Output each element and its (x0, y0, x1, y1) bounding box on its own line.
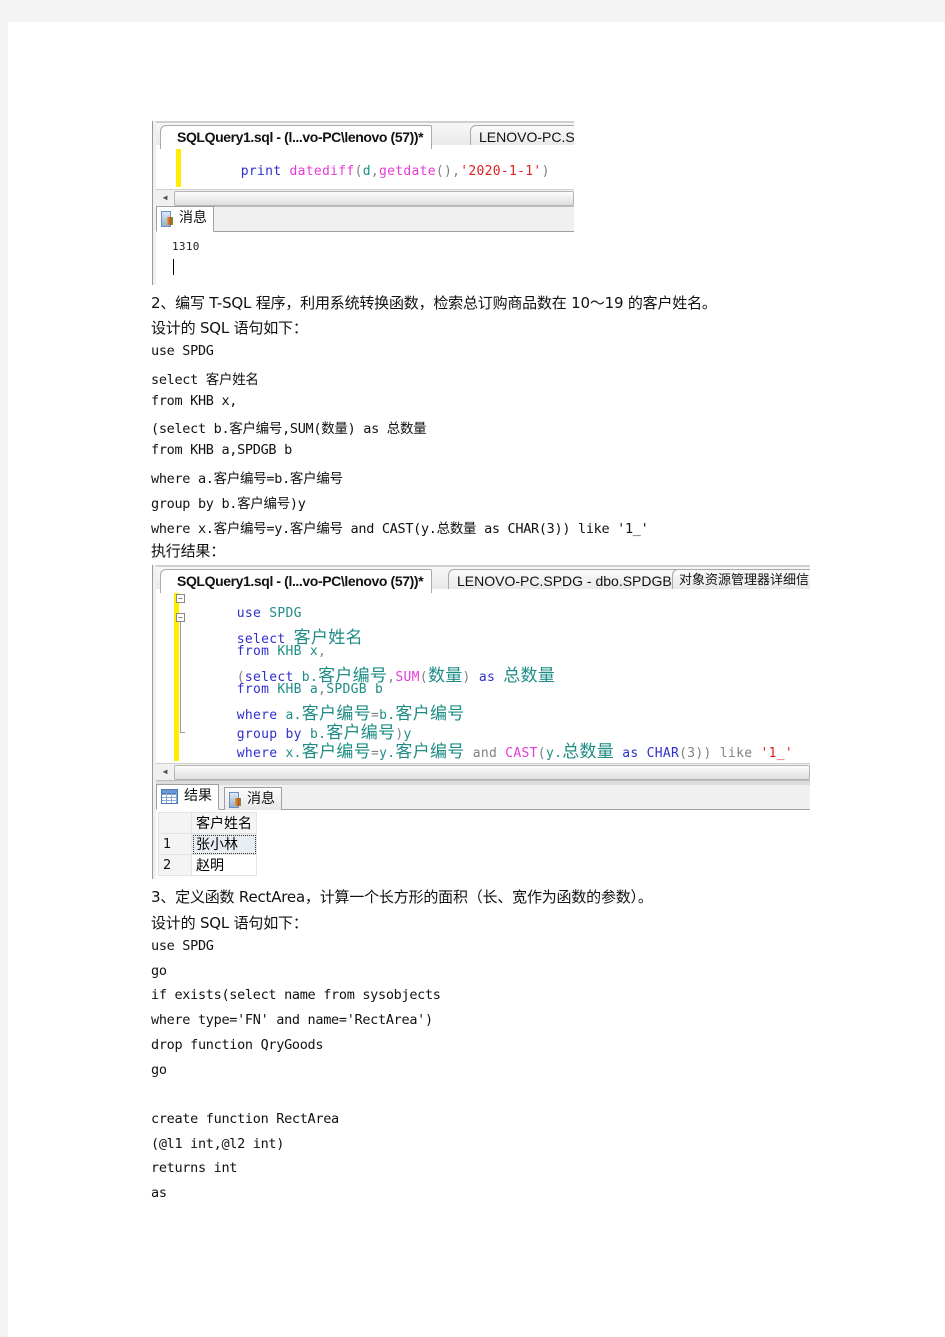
punct: , (370, 164, 379, 179)
tab-results[interactable]: 结果 (156, 784, 219, 810)
result-label: 执行结果： (151, 542, 226, 560)
operator: and (472, 746, 498, 761)
results-tabbar: 消息 (156, 206, 574, 232)
tab-messages-label: 消息 (247, 791, 275, 807)
section-2-intro: 设计的 SQL 语句如下： (151, 319, 308, 337)
keyword: CHAR (646, 746, 680, 761)
grid-cell[interactable]: 赵明 (191, 854, 257, 876)
punct: (3)) (679, 746, 712, 761)
changed-line-marker (176, 147, 181, 187)
query-editor[interactable]: − − use SPDG select 客户姓名 from KHB x, (se… (156, 589, 810, 763)
results-tabbar: 结果 消息 (156, 784, 810, 810)
ssms-window-2: SQLQuery1.sql - (l...vo-PC\lenovo (57))*… (152, 565, 810, 879)
tab-messages-label: 消息 (179, 210, 207, 226)
punct: ) (541, 164, 550, 179)
identifier: y. (379, 746, 396, 761)
sql-line: select 客户姓名 (151, 372, 259, 388)
punct: ( (419, 670, 428, 685)
scroll-left-icon[interactable]: ◀ (158, 191, 172, 205)
messages-icon (161, 210, 173, 227)
text-cursor (173, 259, 174, 275)
grid-cell[interactable]: 张小林 (191, 833, 257, 855)
tab-results-label: 结果 (184, 788, 212, 804)
column-header[interactable]: 客户姓名 (191, 812, 257, 834)
outline-line (180, 622, 181, 732)
row-header-corner[interactable] (158, 812, 192, 834)
ssms-window-1: SQLQuery1.sql - (l...vo-PC\lenovo (57))*… (152, 121, 574, 285)
sql-line: use SPDG (151, 343, 214, 359)
sql-line: (select b.客户编号,SUM(数量) as 总数量 (151, 421, 427, 437)
sql-line: drop function QryGoods (151, 1037, 324, 1053)
scrollbar-thumb[interactable] (174, 191, 574, 206)
sql-line: group by b.客户编号)y (151, 496, 306, 512)
keyword: where (236, 746, 278, 761)
tab-sqlquery1[interactable]: SQLQuery1.sql - (l...vo-PC\lenovo (57))* (160, 569, 433, 593)
punct: () (435, 164, 453, 179)
function-name: getdate (378, 164, 436, 179)
tab-sqlquery1[interactable]: SQLQuery1.sql - (l...vo-PC\lenovo (57))* (160, 125, 433, 149)
messages-output: 1310 (156, 232, 574, 285)
messages-icon (229, 791, 241, 808)
identifier: y. (545, 746, 563, 761)
results-pane: 客户姓名 1 张小林 2 赵明 (156, 810, 810, 879)
tab-messages[interactable]: 消息 (224, 787, 282, 810)
identifier: 总数量 (562, 742, 615, 762)
sql-line: from KHB x, (151, 393, 238, 409)
grid-icon (161, 788, 178, 804)
table-row[interactable]: 2 赵明 (158, 854, 257, 876)
collapse-toggle-icon[interactable]: − (176, 613, 185, 622)
output-text: 1310 (172, 240, 200, 253)
row-number[interactable]: 2 (158, 854, 192, 876)
document-tabbar: SQLQuery1.sql - (l...vo-PC\lenovo (57))*… (156, 121, 574, 149)
sql-line: use SPDG (151, 938, 214, 954)
punct: ( (354, 164, 363, 179)
scrollbar-thumb[interactable] (174, 765, 810, 780)
identifier: 客户编号 (395, 742, 465, 762)
sql-line: create function RectArea (151, 1111, 339, 1127)
punct: = (371, 746, 380, 761)
string-literal: '2020-1-1' (460, 164, 542, 179)
outline-end (180, 732, 185, 733)
identifier: 客户编号 (301, 742, 371, 762)
keyword: print (240, 164, 282, 179)
sql-line: where type='FN' and name='RectArea') (151, 1012, 433, 1028)
grid-header-row: 客户姓名 (158, 812, 257, 834)
function-name: SUM (395, 670, 420, 685)
sql-line: go (151, 963, 167, 979)
sql-line: returns int (151, 1160, 238, 1176)
sql-line: (@l1 int,@l2 int) (151, 1136, 285, 1152)
sql-line: if exists(select name from sysobjects (151, 987, 441, 1003)
keyword: as (622, 746, 639, 761)
sql-line: go (151, 1062, 167, 1078)
keyword: as (478, 670, 496, 685)
function-name: datediff (289, 164, 355, 179)
string-literal: '1_' (760, 746, 793, 761)
punct: ) (462, 670, 471, 685)
scroll-left-icon[interactable]: ◀ (158, 765, 172, 779)
section-3-heading: 3、定义函数 RectArea，计算一个长方形的面积（长、宽作为函数的参数）。 (151, 888, 653, 906)
identifier: x. (277, 746, 302, 761)
code-line-1: print datediff(d,getdate(),'2020-1-1') (192, 149, 550, 194)
sql-line: where x.客户编号=y.客户编号 and CAST(y.总数量 as CH… (151, 521, 649, 537)
document-tabbar: SQLQuery1.sql - (l...vo-PC\lenovo (57))*… (156, 565, 810, 593)
horizontal-scrollbar[interactable]: ◀ (156, 763, 810, 781)
tab-messages[interactable]: 消息 (156, 206, 214, 232)
collapse-toggle-icon[interactable]: − (176, 594, 185, 603)
horizontal-scrollbar[interactable]: ◀ (156, 189, 574, 207)
row-number[interactable]: 1 (158, 833, 192, 855)
identifier: d (362, 164, 371, 179)
section-3-intro: 设计的 SQL 语句如下： (151, 914, 308, 932)
identifier: 总数量 (503, 666, 556, 686)
punct: ( (537, 746, 546, 761)
identifier: 数量 (427, 666, 463, 686)
sql-line: from KHB a,SPDGB b (151, 442, 292, 458)
query-editor[interactable]: print datediff(d,getdate(),'2020-1-1') (156, 145, 574, 189)
table-row[interactable]: 1 张小林 (158, 833, 257, 855)
results-grid: 客户姓名 1 张小林 2 赵明 (158, 812, 257, 876)
sql-line: where a.客户编号=b.客户编号 (151, 471, 343, 487)
section-2-heading: 2、编写 T-SQL 程序，利用系统转换函数，检索总订购商品数在 10～19 的… (151, 294, 717, 312)
sql-line: as (151, 1185, 167, 1201)
operator: like (719, 746, 753, 761)
function-name: CAST (505, 746, 538, 761)
